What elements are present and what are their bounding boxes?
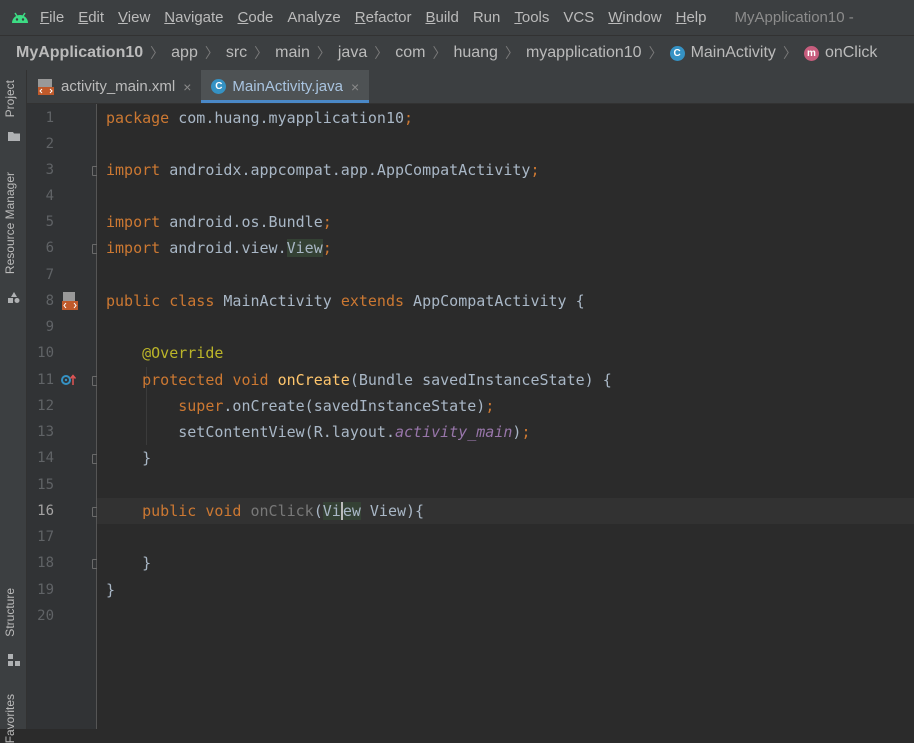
breadcrumb-src[interactable]: src xyxy=(226,44,247,62)
favorites-tool-tab[interactable]: Favorites xyxy=(3,694,17,743)
method-icon: m xyxy=(803,45,819,61)
menu-view[interactable]: View xyxy=(118,9,150,26)
line-number: 8 xyxy=(45,293,54,309)
code-line-3: import androidx.appcompat.app.AppCompatA… xyxy=(106,161,540,179)
breadcrumb-package[interactable]: myapplication10 xyxy=(526,44,642,62)
menu-help[interactable]: Help xyxy=(676,9,707,26)
menu-bar: File Edit View Navigate Code Analyze Ref… xyxy=(0,0,914,35)
breadcrumb-separator: 〉 xyxy=(374,45,389,61)
code-line-5: import android.os.Bundle; xyxy=(106,213,332,231)
line-number: 14 xyxy=(37,450,54,466)
breadcrumb-separator: 〉 xyxy=(316,45,331,61)
structure-tool-tab[interactable]: Structure xyxy=(3,588,17,637)
breadcrumb-app[interactable]: app xyxy=(171,44,198,62)
line-number-current: 16 xyxy=(37,503,54,519)
line-number: 18 xyxy=(37,555,54,571)
breadcrumb-com[interactable]: com xyxy=(395,44,425,62)
code-line-18: } xyxy=(142,554,152,572)
breadcrumb-class-label: MainActivity xyxy=(690,44,776,61)
menu-code[interactable]: Code xyxy=(238,9,274,26)
code-line-1: package com.huang.myapplication10; xyxy=(106,109,414,127)
line-number: 2 xyxy=(45,136,54,152)
menu-edit[interactable]: Edit xyxy=(78,9,104,26)
close-icon[interactable]: × xyxy=(351,79,359,95)
folder-icon xyxy=(8,132,20,141)
line-number: 19 xyxy=(37,582,54,598)
window-title: MyApplication10 - xyxy=(734,9,854,26)
breadcrumb-separator: 〉 xyxy=(150,45,165,61)
line-number: 15 xyxy=(37,477,54,493)
code-line-11: protected void onCreate(Bundle savedInst… xyxy=(142,371,612,389)
line-number: 4 xyxy=(45,188,54,204)
breadcrumb-separator: 〉 xyxy=(254,45,269,61)
line-number: 1 xyxy=(45,110,54,126)
tab-main-activity-java[interactable]: C MainActivity.java × xyxy=(201,70,370,103)
breadcrumb-separator: 〉 xyxy=(204,45,219,61)
line-number: 13 xyxy=(37,424,54,440)
menu-refactor[interactable]: Refactor xyxy=(355,9,412,26)
class-icon: C xyxy=(669,45,685,61)
breadcrumb: MyApplication10 〉 app 〉 src 〉 main 〉 java 〉 c… xyxy=(0,35,914,70)
line-number: 7 xyxy=(45,267,54,283)
breadcrumb-method-label: onClick xyxy=(824,44,878,61)
override-method-icon[interactable] xyxy=(61,373,77,387)
activity-layout-icon[interactable] xyxy=(62,292,78,311)
code-line-19: } xyxy=(106,581,116,599)
menu-file[interactable]: File xyxy=(40,9,64,26)
resource-manager-icon xyxy=(8,292,20,303)
menu-window[interactable]: Window xyxy=(608,9,661,26)
line-number: 6 xyxy=(45,240,54,256)
code-line-6: import android.view.View; xyxy=(106,239,332,257)
line-number: 3 xyxy=(45,162,54,178)
line-number: 12 xyxy=(37,398,54,414)
menu-tools[interactable]: Tools xyxy=(514,9,549,26)
code-editor[interactable]: package com.huang.myapplication10; impor… xyxy=(97,104,914,729)
close-icon[interactable]: × xyxy=(183,79,191,95)
menu-build[interactable]: Build xyxy=(425,9,458,26)
breadcrumb-separator: 〉 xyxy=(782,45,797,61)
code-line-14: } xyxy=(142,449,152,467)
tool-window-strip: Project Resource Manager Structure Favor… xyxy=(0,70,27,743)
line-number: 20 xyxy=(37,608,54,624)
project-tool-tab[interactable]: Project xyxy=(3,80,17,117)
editor-gutter[interactable]: 1 2 3 4 5 6 7 8 9 10 11 12 13 14 15 16 1… xyxy=(27,104,101,729)
xml-file-icon xyxy=(38,78,54,95)
menu-run[interactable]: Run xyxy=(473,9,501,26)
android-studio-logo-icon xyxy=(12,12,28,23)
resource-manager-tool-tab[interactable]: Resource Manager xyxy=(3,172,17,274)
breadcrumb-java[interactable]: java xyxy=(338,44,367,62)
breadcrumb-separator: 〉 xyxy=(504,45,519,61)
structure-icon xyxy=(8,654,20,666)
line-number: 9 xyxy=(45,319,54,335)
breadcrumb-separator: 〉 xyxy=(432,45,447,61)
editor-tabs: activity_main.xml × C MainActivity.java … xyxy=(27,70,914,104)
text-caret: ew xyxy=(340,502,361,520)
menu-vcs[interactable]: VCS xyxy=(563,9,594,26)
code-line-16-current: public void onClick(Vi ew View){ xyxy=(97,498,914,524)
code-line-10: @Override xyxy=(142,344,224,362)
breadcrumb-main[interactable]: main xyxy=(275,44,310,62)
class-icon: C xyxy=(211,79,227,94)
line-number: 5 xyxy=(45,214,54,230)
menu-analyze[interactable]: Analyze xyxy=(287,9,340,26)
code-line-13: setContentView(R.layout.activity_main); xyxy=(178,423,531,441)
breadcrumb-method[interactable]: m onClick xyxy=(803,44,878,62)
tab-activity-main-xml[interactable]: activity_main.xml × xyxy=(27,70,201,103)
line-number: 10 xyxy=(37,345,54,361)
breadcrumb-separator: 〉 xyxy=(648,45,663,61)
code-line-12: super.onCreate(savedInstanceState); xyxy=(178,397,495,415)
code-line-8: public class MainActivity extends AppCom… xyxy=(106,292,585,310)
tab-label: MainActivity.java xyxy=(232,78,343,95)
line-number: 11 xyxy=(37,372,54,388)
line-number: 17 xyxy=(37,529,54,545)
breadcrumb-project[interactable]: MyApplication10 xyxy=(16,44,143,62)
breadcrumb-class[interactable]: C MainActivity xyxy=(669,44,776,62)
breadcrumb-huang[interactable]: huang xyxy=(453,44,498,62)
tab-label: activity_main.xml xyxy=(61,78,176,95)
menu-navigate[interactable]: Navigate xyxy=(164,9,223,26)
